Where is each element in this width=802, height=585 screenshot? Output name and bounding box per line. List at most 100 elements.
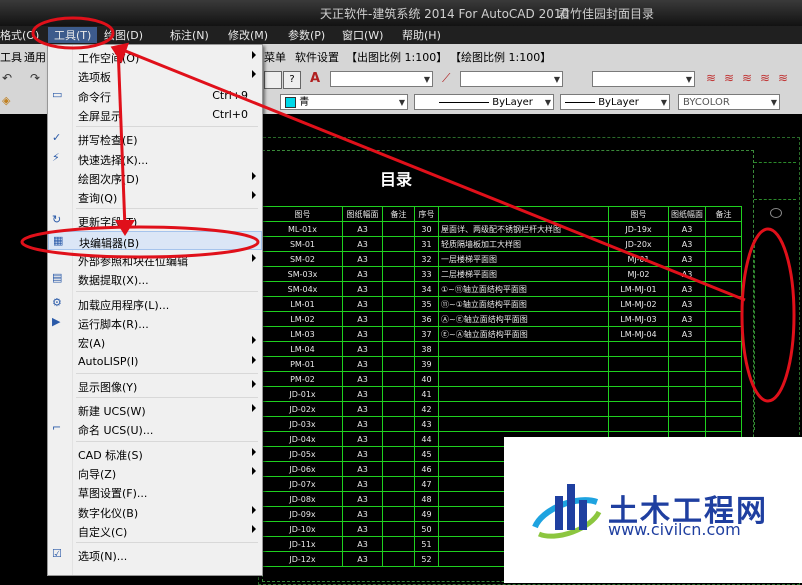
redo-icon[interactable]: ↷	[30, 71, 40, 85]
undo-icon[interactable]: ↶	[2, 71, 12, 85]
menu-item[interactable]: 自定义(C)	[48, 521, 262, 540]
table-cell	[608, 356, 669, 372]
table-cell: JD-07x	[262, 476, 343, 492]
document-title: 君竹佳园封面目录	[558, 7, 655, 21]
menu-item[interactable]: 查询(Q)	[48, 187, 262, 206]
table-cell: A3	[342, 551, 383, 567]
help-icon[interactable]: ?	[283, 71, 301, 89]
table-cell: Ⓔ~Ⓐ轴立面结构平面图	[438, 326, 609, 342]
table-cell	[668, 356, 706, 372]
menu-item[interactable]: 显示图像(Y)	[48, 376, 262, 395]
text-style-select[interactable]: ▼	[330, 71, 433, 87]
dim-style-select[interactable]: ▼	[460, 71, 563, 87]
menu-item-label: CAD 标准(S)	[78, 448, 143, 462]
table-header-row: 图号 图纸幅面 备注 序号 图号 图纸幅面 备注	[262, 206, 742, 222]
software-settings-button[interactable]: 软件设置	[295, 49, 339, 65]
menu-dimension[interactable]: 标注(N)	[170, 27, 209, 43]
menu-item[interactable]: 全屏显示 Ctrl+0	[48, 105, 262, 124]
menu-item-icon: ⚙	[52, 295, 62, 309]
table-cell	[382, 386, 415, 402]
toolbar-tools-label[interactable]: 工具	[0, 49, 22, 65]
table-cell	[438, 386, 609, 402]
title-bar: 天正软件-建筑系统 2014 For AutoCAD 2010 君竹佳园封面目录	[0, 0, 802, 26]
layer-manager-icon[interactable]: ◈	[2, 94, 18, 110]
menu-item[interactable]: 草图设置(F)...	[48, 482, 262, 501]
table-cell: 34	[414, 281, 439, 297]
menu-item[interactable]: CAD 标准(S)	[48, 444, 262, 463]
menu-item[interactable]: ✓ 拼写检查(E)	[48, 129, 262, 148]
menu-item[interactable]: 绘图次序(D)	[48, 168, 262, 187]
table-cell: A3	[342, 371, 383, 387]
table-cell	[668, 416, 706, 432]
menu-item-label: 数字化仪(B)	[78, 506, 139, 520]
print-scale-button[interactable]: 【出图比例 1:100】	[346, 49, 447, 65]
submenu-arrow-icon	[252, 254, 256, 262]
table-cell	[382, 251, 415, 267]
layer-state-icon[interactable]: ≋	[706, 71, 722, 87]
table-cell: 52	[414, 551, 439, 567]
menu-draw[interactable]: 绘图(D)	[104, 27, 143, 43]
menu-item-label: 选项(N)...	[78, 550, 128, 564]
menu-item[interactable]: ▦ 块编辑器(B)	[48, 230, 262, 250]
table-row: PM-01 A3 39	[262, 356, 742, 372]
menu-tools[interactable]: 工具(T)	[48, 27, 98, 43]
menu-item[interactable]: 工作空间(O)	[48, 47, 262, 66]
layer-iso-icon[interactable]: ≋	[760, 71, 776, 87]
menu-modify[interactable]: 修改(M)	[228, 27, 268, 43]
table-row: ML-01x A3 30 屋面详、两级配不锈钢栏杆大样图 JD-19x A3	[262, 221, 742, 237]
layer-off-icon[interactable]: ≋	[778, 71, 794, 87]
menu-window[interactable]: 窗口(W)	[342, 27, 383, 43]
table-style-select[interactable]: ▼	[592, 71, 695, 87]
table-cell: A3	[668, 251, 706, 267]
table-cell: SM-02	[262, 251, 343, 267]
table-cell	[668, 386, 706, 402]
menu-item[interactable]: 外部参照和块在位编辑	[48, 250, 262, 269]
layout-icon[interactable]	[264, 71, 282, 89]
lineweight-select[interactable]: ByLayer ▼	[560, 94, 670, 110]
menu-item[interactable]: 选项板	[48, 66, 262, 85]
menu-item[interactable]: ⚙ 加载应用程序(L)...	[48, 294, 262, 313]
table-cell: PM-01	[262, 356, 343, 372]
menu-item[interactable]: ☑ 选项(N)...	[48, 545, 262, 564]
menu-item-shortcut: Ctrl+9	[212, 88, 248, 102]
menu-item[interactable]: ▭ 命令行 Ctrl+9	[48, 86, 262, 105]
menu-item[interactable]: ↻ 更新字段(T)	[48, 211, 262, 230]
text-style-icon[interactable]: A	[310, 71, 326, 87]
menu-item[interactable]: ⌐ 命名 UCS(U)...	[48, 419, 262, 438]
menu-item[interactable]: 宏(A)	[48, 332, 262, 351]
table-cell	[608, 401, 669, 417]
layer-prev-icon[interactable]: ≋	[724, 71, 740, 87]
dim-style-icon[interactable]: ⟋	[442, 71, 458, 87]
table-cell	[382, 461, 415, 477]
table-cell: 45	[414, 446, 439, 462]
menu-separator	[76, 208, 258, 210]
menu-item-label: 草图设置(F)...	[78, 487, 148, 501]
menu-item[interactable]: ⚡ 快速选择(K)...	[48, 149, 262, 168]
table-cell	[382, 521, 415, 537]
menu-help[interactable]: 帮助(H)	[402, 27, 441, 43]
table-cell: JD-06x	[262, 461, 343, 477]
linetype-select[interactable]: ByLayer ▼	[414, 94, 554, 110]
table-cell	[382, 221, 415, 237]
menu-item[interactable]: 新建 UCS(W)	[48, 400, 262, 419]
table-cell	[382, 356, 415, 372]
submenu-arrow-icon	[252, 447, 256, 456]
menu-item[interactable]: ▶ 运行脚本(R)...	[48, 313, 262, 332]
table-cell: JD-09x	[262, 506, 343, 522]
menu-item[interactable]: AutoLISP(I)	[48, 352, 262, 371]
draw-scale-button[interactable]: 【绘图比例 1:100】	[450, 49, 551, 65]
table-header-cell: 序号	[414, 206, 439, 222]
menu-item[interactable]: ▤ 数据提取(X)...	[48, 269, 262, 288]
color-select[interactable]: 青 ▼	[280, 94, 408, 110]
toolbar-menu-label[interactable]: 菜单	[264, 49, 286, 65]
table-cell: A3	[668, 221, 706, 237]
table-cell: 40	[414, 371, 439, 387]
toolbar-general-label[interactable]: 通用	[24, 49, 46, 65]
table-cell: ML-01x	[262, 221, 343, 237]
menu-parameters[interactable]: 参数(P)	[288, 27, 325, 43]
menu-format[interactable]: 格式(O)	[0, 27, 39, 43]
layer-match-icon[interactable]: ≋	[742, 71, 758, 87]
menu-item[interactable]: 向导(Z)	[48, 463, 262, 482]
menu-item[interactable]: 数字化仪(B)	[48, 502, 262, 521]
plotstyle-select[interactable]: BYCOLOR ▼	[678, 94, 780, 110]
